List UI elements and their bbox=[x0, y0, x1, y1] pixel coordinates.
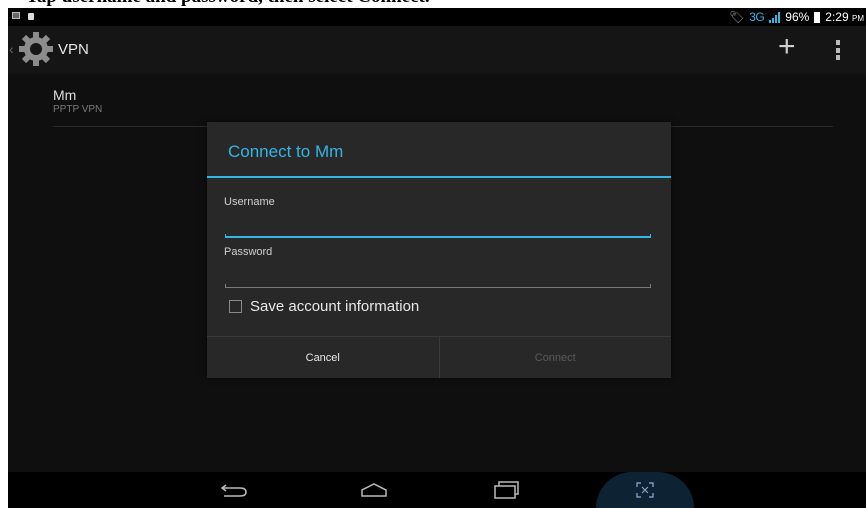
navigation-bar bbox=[8, 472, 866, 508]
back-arrow-icon bbox=[220, 484, 247, 497]
save-account-label: Save account information bbox=[250, 298, 420, 315]
nav-back-button[interactable] bbox=[204, 472, 264, 508]
nav-home-button[interactable] bbox=[344, 472, 404, 508]
page-title: VPN bbox=[58, 41, 89, 58]
cancel-button[interactable]: Cancel bbox=[207, 337, 440, 378]
top-caption: Tap username and password, then select C… bbox=[0, 0, 866, 8]
top-caption-text: Tap username and password, then select C… bbox=[26, 0, 430, 8]
save-account-checkbox[interactable] bbox=[229, 300, 242, 313]
clock: 2:29 PM bbox=[825, 10, 864, 24]
vpn-list-item[interactable]: Mm PPTP VPN bbox=[53, 87, 833, 127]
status-bar: 🏷︎ 3G 96% 2:29 PM bbox=[8, 8, 866, 26]
dialog-body: Username Password Save account informati… bbox=[207, 178, 671, 336]
screenshot-icon bbox=[636, 482, 654, 498]
password-field[interactable] bbox=[225, 284, 651, 288]
bluetooth-icon: 🏷︎ bbox=[729, 10, 745, 24]
settings-gear-icon[interactable] bbox=[18, 31, 54, 67]
username-field[interactable] bbox=[225, 234, 651, 238]
action-bar: ‹ VPN + bbox=[8, 26, 866, 74]
battery-icon bbox=[814, 11, 821, 23]
password-label: Password bbox=[224, 246, 273, 258]
status-bar-notifications bbox=[12, 12, 34, 20]
back-chevron-icon[interactable]: ‹ bbox=[9, 41, 14, 57]
clock-ampm: PM bbox=[852, 14, 864, 23]
image-notification-icon bbox=[12, 12, 20, 19]
vpn-type: PPTP VPN bbox=[53, 104, 103, 115]
lock-icon bbox=[28, 13, 34, 20]
recent-apps-icon bbox=[494, 481, 519, 499]
nav-recent-button[interactable] bbox=[476, 472, 536, 508]
username-label: Username bbox=[224, 196, 275, 208]
device-screen: 🏷︎ 3G 96% 2:29 PM ‹ VPN + Mm PPTP VPN Co… bbox=[8, 8, 866, 508]
save-account-row[interactable]: Save account information bbox=[229, 298, 419, 315]
dialog-buttons: Cancel Connect bbox=[207, 336, 671, 378]
overflow-menu-icon[interactable] bbox=[836, 40, 840, 60]
signal-icon bbox=[769, 11, 781, 23]
status-bar-system: 🏷︎ 3G 96% 2:29 PM bbox=[729, 10, 864, 24]
add-icon[interactable]: + bbox=[778, 32, 796, 62]
clock-time: 2:29 bbox=[825, 10, 849, 24]
home-icon bbox=[361, 483, 387, 497]
vpn-name: Mm bbox=[53, 87, 77, 103]
connect-dialog: Connect to Mm Username Password Save acc… bbox=[207, 122, 671, 378]
connect-button[interactable]: Connect bbox=[440, 337, 672, 378]
battery-percent: 96% bbox=[785, 10, 810, 24]
dialog-title: Connect to Mm bbox=[207, 122, 671, 178]
nav-screenshot-button[interactable] bbox=[596, 472, 694, 508]
network-type: 3G bbox=[749, 10, 765, 24]
